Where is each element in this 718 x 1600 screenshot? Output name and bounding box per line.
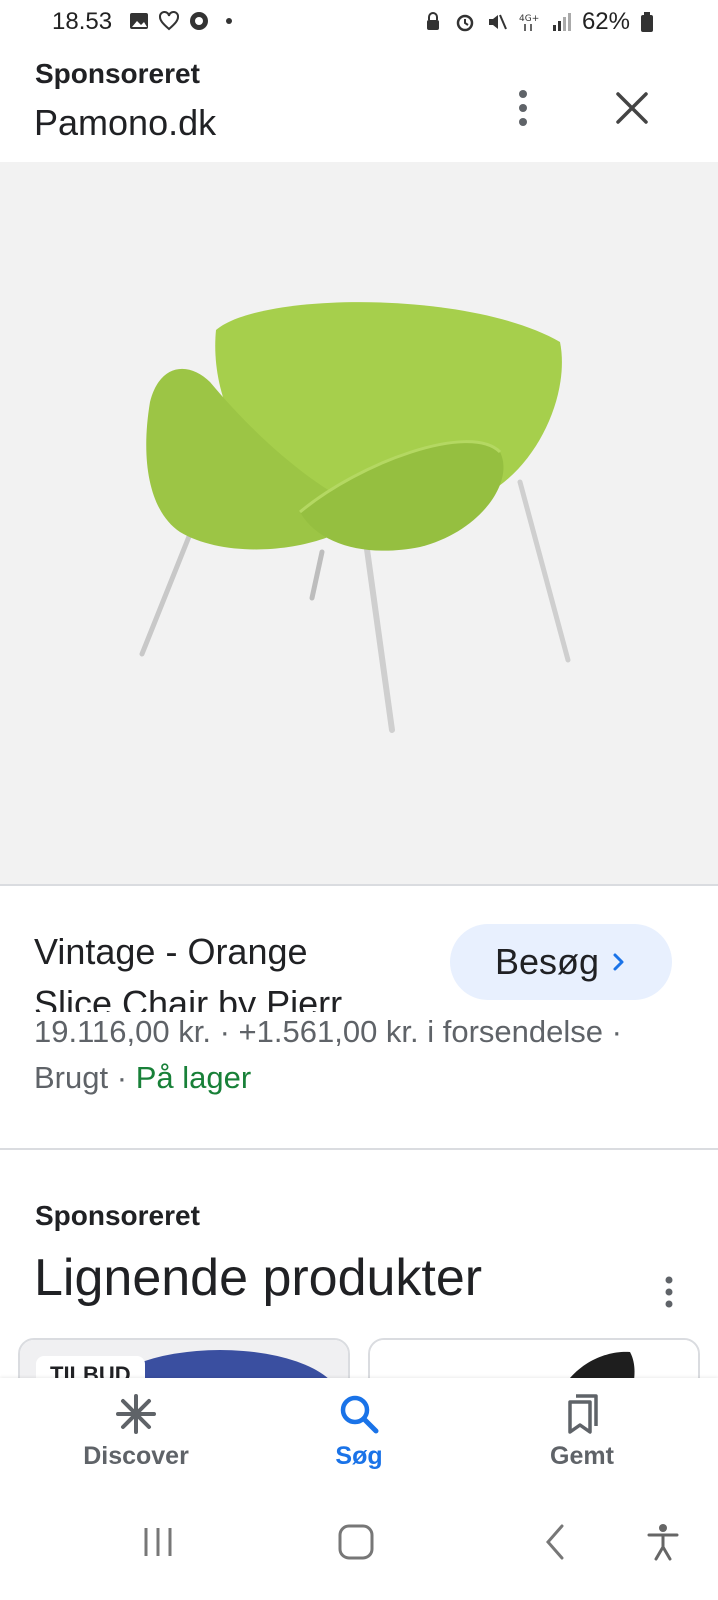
product-image[interactable] [0, 162, 718, 884]
chevron-right-icon [613, 953, 624, 971]
home-icon[interactable] [336, 1522, 376, 1562]
gallery-icon [130, 13, 148, 29]
chair-illustration [139, 302, 571, 733]
status-bar: 18.53 4G+ 62% [0, 0, 718, 46]
close-icon[interactable] [612, 88, 652, 128]
battery-icon [641, 12, 653, 32]
separator: · [611, 1014, 622, 1049]
nav-saved-label: Gemt [550, 1442, 614, 1470]
network-4g-icon: 4G+ [519, 14, 539, 31]
page: 18.53 4G+ 62% Sponsoreret Pamono.dk Vint… [0, 0, 718, 1600]
nav-search-label: Søg [335, 1442, 383, 1470]
related-sponsored-label: Sponsoreret [35, 1200, 200, 1231]
separator: · [116, 1060, 128, 1095]
price-line: 19.116,00 kr. · +1.561,00 kr. i forsende… [34, 1014, 622, 1050]
price: 19.116,00 kr. [34, 1014, 211, 1049]
condition: Brugt [34, 1060, 109, 1095]
bottom-navigation: Discover Søg Gemt [0, 1378, 718, 1494]
back-icon[interactable] [540, 1522, 570, 1562]
nav-saved[interactable]: Gemt [502, 1392, 662, 1471]
nav-search[interactable]: Søg [279, 1392, 439, 1471]
product-title[interactable]: Vintage - Orange Slice Chair by Pierr… [34, 926, 424, 1012]
more-options-icon[interactable] [508, 86, 538, 130]
svg-text:4G+: 4G+ [519, 14, 539, 24]
shipping-cost: +1.561,00 kr. i forsendelse [238, 1014, 604, 1049]
visit-button-label: Besøg [494, 941, 600, 982]
nav-discover-label: Discover [83, 1442, 189, 1470]
recent-apps-icon[interactable] [140, 1522, 176, 1562]
advertiser-site-name[interactable]: Pamono.dk [34, 102, 216, 144]
battery-percent: 62% [581, 8, 630, 35]
lock-icon [426, 12, 439, 30]
alarm-icon [456, 14, 474, 32]
stock-status: På lager [135, 1060, 252, 1095]
search-icon [340, 1395, 379, 1434]
divider [0, 1148, 718, 1150]
bookmarks-icon [568, 1394, 598, 1434]
status-system-icons: 4G+ 62% [422, 8, 654, 36]
related-products-title: Lignende produkter [34, 1249, 483, 1307]
separator: · [219, 1014, 230, 1049]
status-time: 18.53 [52, 8, 113, 35]
condition-line: Brugt · På lager [34, 1060, 251, 1096]
signal-icon [552, 13, 571, 31]
divider [0, 884, 718, 886]
dot-icon [226, 18, 232, 24]
heart-icon [159, 10, 179, 31]
system-navigation [0, 1494, 718, 1600]
chrome-icon [190, 12, 208, 30]
visit-button[interactable]: Besøg [450, 924, 672, 1000]
accessibility-icon[interactable] [646, 1522, 680, 1562]
more-options-icon[interactable] [656, 1272, 682, 1312]
asterisk-icon [116, 1394, 156, 1434]
sponsored-label: Sponsoreret [35, 58, 200, 89]
nav-discover[interactable]: Discover [56, 1392, 216, 1471]
status-notification-icons [128, 10, 240, 32]
mute-icon [488, 14, 507, 30]
